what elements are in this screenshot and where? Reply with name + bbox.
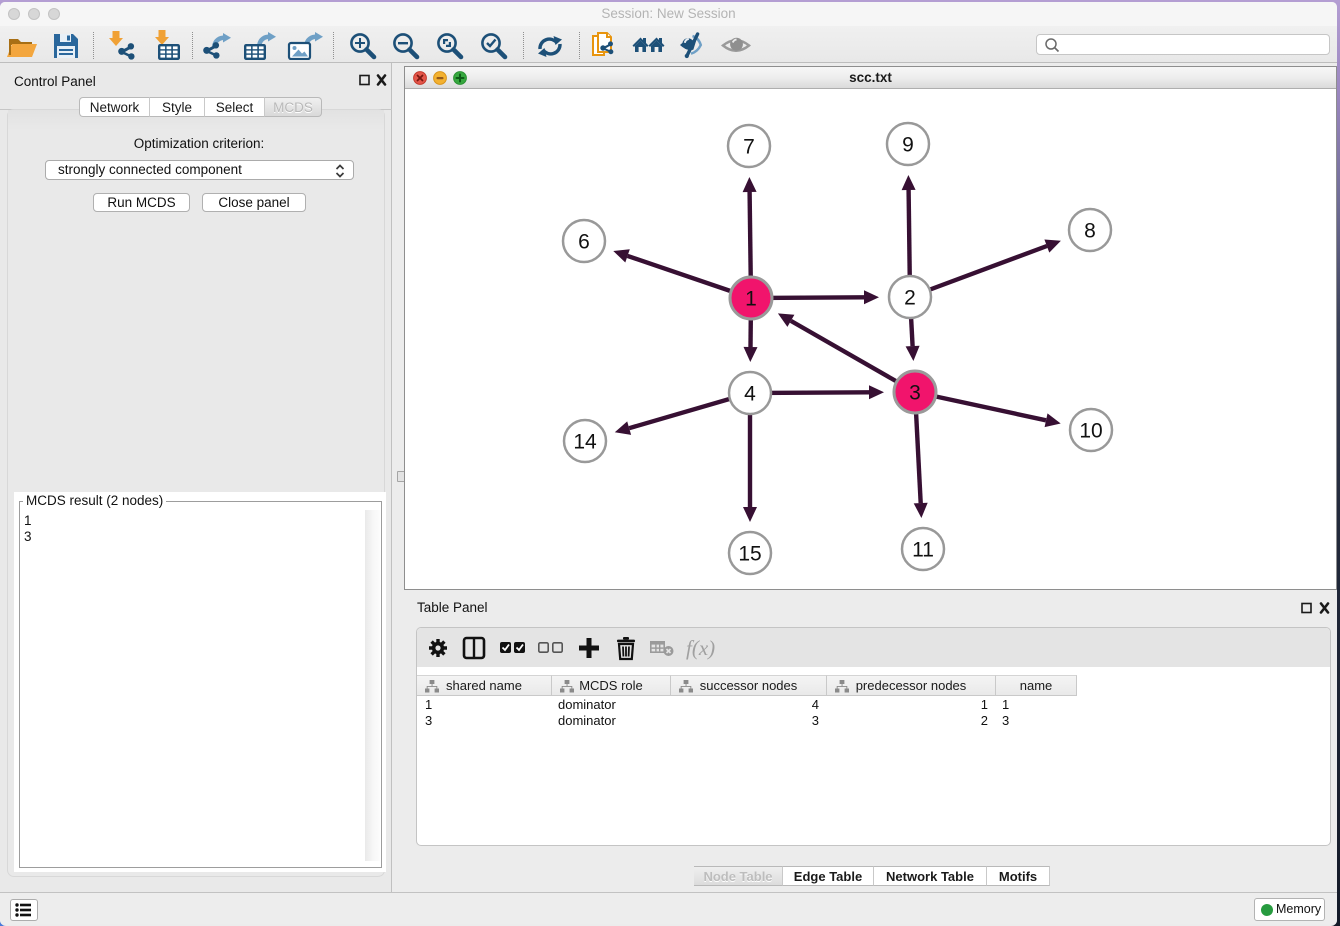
svg-text:3: 3 [909,382,921,405]
svg-text:4: 4 [744,383,756,406]
svg-text:6: 6 [578,231,590,254]
svg-text:10: 10 [1079,420,1102,443]
svg-text:14: 14 [573,431,597,454]
svg-text:8: 8 [1084,220,1096,243]
svg-text:15: 15 [738,543,761,566]
svg-text:f(x): f(x) [686,636,715,660]
svg-text:11: 11 [912,539,934,562]
svg-text:7: 7 [743,136,755,159]
svg-text:2: 2 [904,287,916,310]
svg-text:1: 1 [745,288,757,311]
svg-text:9: 9 [902,134,914,157]
